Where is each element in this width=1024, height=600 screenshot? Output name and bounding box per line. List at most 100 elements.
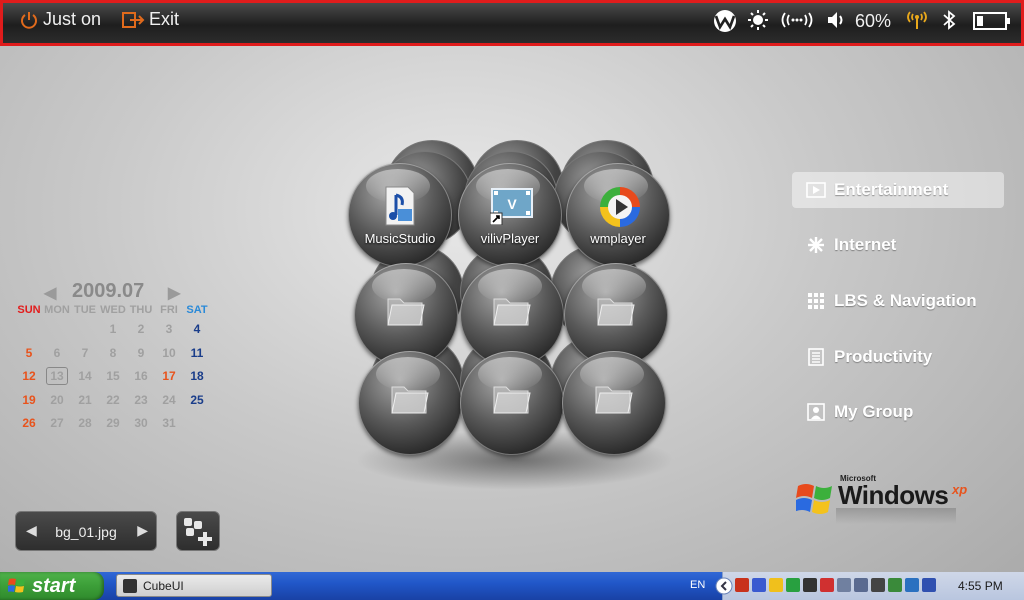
app-wmplayer[interactable]: wmplayer <box>566 163 670 267</box>
app-cube: MusicStudio V vilivPlayer wmplayer <box>340 135 685 475</box>
power-icon <box>21 11 37 29</box>
calendar-day[interactable]: 15 <box>99 369 127 383</box>
next-background-icon[interactable]: ▶ <box>137 522 148 539</box>
calendar-day[interactable]: 27 <box>43 416 71 430</box>
taskbar-app-label: CubeUI <box>143 578 184 593</box>
start-label: start <box>32 574 76 597</box>
app-viliv-player[interactable]: V vilivPlayer <box>458 163 562 267</box>
calendar-day[interactable]: 24 <box>155 393 183 407</box>
tray-app-icon[interactable] <box>752 578 766 592</box>
status-bar: Just on Exit 60% <box>0 0 1024 46</box>
menu-item-my-group[interactable]: My Group <box>792 394 1004 430</box>
app-label: wmplayer <box>590 231 646 246</box>
tray-app-icon[interactable] <box>905 578 919 592</box>
calendar-day[interactable]: 7 <box>71 346 99 360</box>
volume-icon[interactable] <box>825 9 847 31</box>
internet-icon <box>806 235 826 255</box>
calendar-day[interactable]: 21 <box>71 393 99 407</box>
menu-item-label: Productivity <box>834 347 933 366</box>
calendar-day[interactable]: 22 <box>99 393 127 407</box>
calendar-day[interactable]: 3 <box>155 322 183 336</box>
app-music-studio[interactable]: MusicStudio <box>348 163 452 267</box>
windows-wordmark: Windows <box>838 480 949 510</box>
calendar-day[interactable]: 18 <box>183 369 211 383</box>
calendar-day[interactable]: 20 <box>43 393 71 407</box>
svg-text:V: V <box>507 196 517 212</box>
menu-item-label: Internet <box>834 235 897 254</box>
my-group-icon <box>806 402 826 422</box>
bluetooth-icon[interactable] <box>941 9 957 31</box>
tray-app-icon[interactable] <box>769 578 783 592</box>
tray-expand-icon[interactable] <box>715 577 733 595</box>
start-button[interactable]: start <box>0 572 104 600</box>
app-label: MusicStudio <box>364 231 436 246</box>
calendar-day[interactable]: 19 <box>15 393 43 407</box>
tray-app-icon[interactable] <box>922 578 936 592</box>
weekday-header: SUN <box>17 304 41 316</box>
menu-item-productivity[interactable]: Productivity <box>792 339 1004 375</box>
language-indicator[interactable]: EN <box>690 579 705 591</box>
calendar-day[interactable]: 8 <box>99 346 127 360</box>
windows-xp-logo: Microsoft Windows xp <box>794 472 986 532</box>
calendar-day[interactable]: 17 <box>155 369 183 383</box>
next-month-icon[interactable]: ▶ <box>168 283 180 303</box>
calendar-day[interactable]: 12 <box>15 369 43 383</box>
calendar-day[interactable]: 26 <box>15 416 43 430</box>
calendar-day[interactable]: 2 <box>127 322 155 336</box>
menu-item-internet[interactable]: Internet <box>792 227 1004 263</box>
wibro-icon[interactable] <box>711 9 739 33</box>
tray-app-icon[interactable] <box>888 578 902 592</box>
calendar-day[interactable]: 14 <box>71 369 99 383</box>
calendar-day[interactable]: 5 <box>15 346 43 360</box>
tray-app-icon[interactable] <box>837 578 851 592</box>
calendar-day[interactable]: 28 <box>71 416 99 430</box>
weekday-header: THU <box>129 304 153 316</box>
tray-app-icon[interactable] <box>786 578 800 592</box>
folder-icon <box>595 386 633 414</box>
viliv-player-icon: V <box>490 188 533 225</box>
calendar-day[interactable]: 29 <box>99 416 127 430</box>
tray-app-icon[interactable] <box>820 578 834 592</box>
folder-icon <box>391 386 429 414</box>
calendar-day[interactable]: 9 <box>127 346 155 360</box>
signal-icon[interactable] <box>905 9 929 31</box>
calendar-day[interactable]: 16 <box>127 369 155 383</box>
calendar-day[interactable]: 6 <box>43 346 71 360</box>
prev-month-icon[interactable]: ◀ <box>44 283 56 303</box>
calendar-day-today[interactable]: 13 <box>46 367 68 385</box>
productivity-icon <box>806 347 826 367</box>
exit-button[interactable]: Exit <box>121 9 179 30</box>
tray-app-icon[interactable] <box>871 578 885 592</box>
calendar-header: ◀ 2009.07 ▶ <box>44 280 204 306</box>
taskbar-app-cubeui[interactable]: CubeUI <box>116 574 272 597</box>
weekday-header: FRI <box>160 304 178 316</box>
tray-app-icon[interactable] <box>854 578 868 592</box>
menu-item-lbs-navigation[interactable]: LBS & Navigation <box>792 283 1004 319</box>
calendar-day[interactable]: 30 <box>127 416 155 430</box>
calendar-day[interactable]: 1 <box>99 322 127 336</box>
menu-item-entertainment[interactable]: Entertainment <box>792 172 1004 208</box>
just-on-button[interactable]: Just on <box>19 9 101 30</box>
calendar-day[interactable]: 23 <box>127 393 155 407</box>
empty-app-slot[interactable] <box>460 351 564 455</box>
tray-app-icon[interactable] <box>735 578 749 592</box>
calendar-day[interactable]: 25 <box>183 393 211 407</box>
calendar-day[interactable]: 10 <box>155 346 183 360</box>
battery-icon <box>973 12 1010 30</box>
brightness-icon[interactable] <box>747 9 769 31</box>
tray-app-icon[interactable] <box>803 578 817 592</box>
empty-app-slot[interactable] <box>358 351 462 455</box>
calendar-day[interactable]: 11 <box>183 346 211 360</box>
menu-item-label: LBS & Navigation <box>834 291 977 310</box>
wifi-icon[interactable] <box>779 9 815 31</box>
empty-app-slot[interactable] <box>562 351 666 455</box>
just-on-label: Just on <box>43 9 102 29</box>
add-widget-button[interactable] <box>176 511 220 551</box>
weekday-header: SAT <box>186 304 208 316</box>
weekday-header: MON <box>44 304 70 316</box>
exit-label: Exit <box>149 9 180 29</box>
system-clock[interactable]: 4:55 PM <box>958 579 1003 593</box>
entertainment-icon <box>806 180 826 200</box>
calendar-day[interactable]: 31 <box>155 416 183 430</box>
calendar-day[interactable]: 4 <box>183 322 211 336</box>
